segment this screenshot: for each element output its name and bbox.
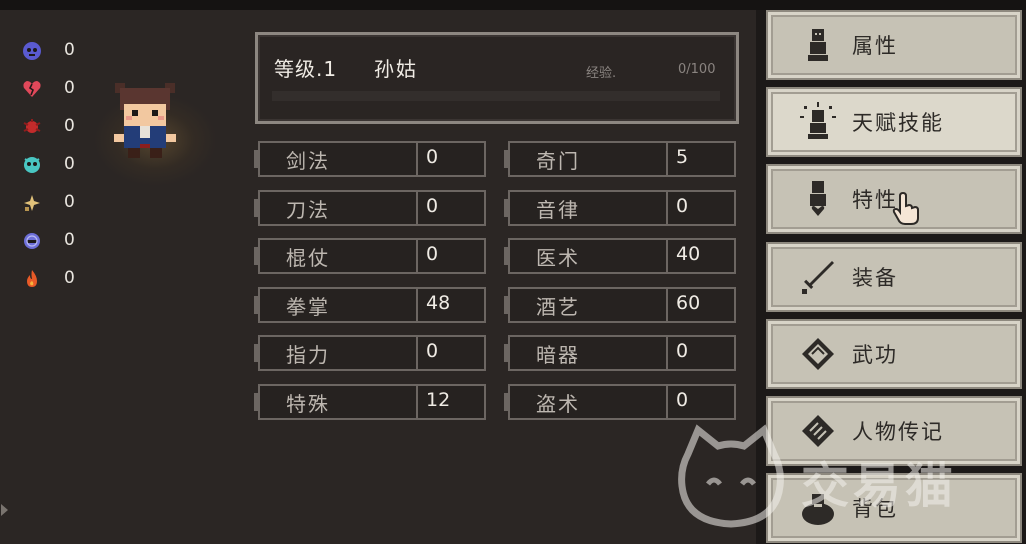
stat-label-box [504,238,672,275]
stat-label-box [254,238,422,275]
status-row: 0 [22,76,92,102]
status-value: 0 [64,268,75,288]
status-row: 0 [22,114,92,140]
stat-label: 指力 [286,343,330,368]
exp-label: 经验. [586,66,617,81]
menu-button-5[interactable]: 武功 [766,318,1022,389]
stat-row: 盗术 0 [504,384,738,420]
character-sprite [114,83,176,158]
status-value: 0 [64,116,75,136]
stat-label: 奇门 [536,149,580,173]
status-value: 0 [64,154,75,174]
stat-value: 0 [426,194,439,217]
helmet-icon [24,233,40,249]
stat-label: 刀法 [286,197,330,222]
character-heart-icon [810,181,826,217]
status-row: 0 [22,266,92,292]
menu-button-4[interactable]: 装备 [766,241,1022,312]
stat-value: 0 [426,243,439,266]
sword-icon [802,260,834,294]
stat-label-box [254,189,422,226]
status-row: 0 [22,152,92,178]
stat-label-box [504,384,672,420]
stat-row: 特殊 12 [254,384,488,420]
glowing-character-icon [800,102,836,140]
stat-value: 0 [426,146,439,168]
status-value: 0 [64,230,75,250]
stat-value: 0 [676,194,689,217]
stat-label-box [254,335,422,372]
status-row: 0 [22,228,92,254]
stat-row: 指力 0 [254,335,488,372]
stat-label: 特殊 [286,392,330,416]
level-panel: 等级.1 孙姑 经验. 0/100 [255,32,739,124]
stat-row: 音律 0 [504,189,738,226]
stat-row: 酒艺 60 [504,286,738,323]
skull-icon [23,42,41,60]
stat-label: 酒艺 [536,294,580,319]
stat-label-box [254,141,422,177]
stat-label: 暗器 [536,343,580,368]
menu-button-2[interactable]: 天赋技能 [766,87,1022,158]
top-bar [0,0,1026,10]
stat-value: 5 [676,146,689,168]
stat-label-box [254,384,422,420]
menu-button-label: 天赋技能 [852,111,944,136]
status-value: 0 [64,40,75,60]
book-icon [802,337,834,370]
character-name: 孙姑 [374,57,418,81]
red-bug-icon [23,119,41,133]
menu-button-label: 属性 [852,34,898,58]
status-value: 0 [64,78,75,98]
watermark-text: 交易猫 [801,458,958,514]
flame-icon [27,270,37,287]
stat-row: 剑法 0 [254,141,488,177]
exp-value: 0/100 [678,62,716,77]
stat-label-box [504,335,672,372]
stat-label: 拳掌 [286,294,330,319]
watermark: 交易猫 [676,424,1016,534]
cat-logo-icon [678,424,784,528]
stat-value: 0 [676,389,689,411]
status-row: 0 [22,190,92,216]
stat-row: 拳掌 48 [254,286,488,323]
stat-row: 暗器 0 [504,335,738,372]
stat-label: 音律 [536,197,580,222]
menu-button-label: 装备 [852,265,898,290]
stat-row: 医术 40 [504,238,738,275]
stat-row: 刀法 0 [254,189,488,226]
character-icon [808,29,828,61]
left-arrow-icon[interactable] [0,500,10,520]
stat-label-box [504,141,672,177]
stat-label: 棍仗 [286,246,330,271]
hand-cursor-icon [892,192,919,225]
exp-progress-bar [272,91,720,101]
menu-button-1[interactable]: 属性 [766,10,1022,80]
menu-button-label: 武功 [852,342,898,367]
stat-label: 剑法 [286,149,330,173]
stat-value: 0 [676,340,689,363]
star-sparkle-icon [24,195,40,211]
stat-label-box [504,189,672,226]
stat-label-box [254,286,422,323]
status-value: 0 [64,192,75,212]
stat-value: 48 [426,291,451,314]
teal-skull-icon [24,157,40,173]
status-row: 0 [22,38,92,64]
broken-heart-icon [23,81,41,97]
stat-label-box [504,286,672,323]
stat-label: 医术 [536,246,580,271]
stat-row: 棍仗 0 [254,238,488,275]
stat-value: 12 [426,389,451,411]
level-text: 等级.1 [274,57,338,81]
stat-label: 盗术 [536,392,580,416]
stat-value: 0 [426,340,439,363]
stat-value: 60 [676,291,701,314]
stat-value: 40 [676,243,701,266]
stat-row: 奇门 5 [504,141,738,177]
